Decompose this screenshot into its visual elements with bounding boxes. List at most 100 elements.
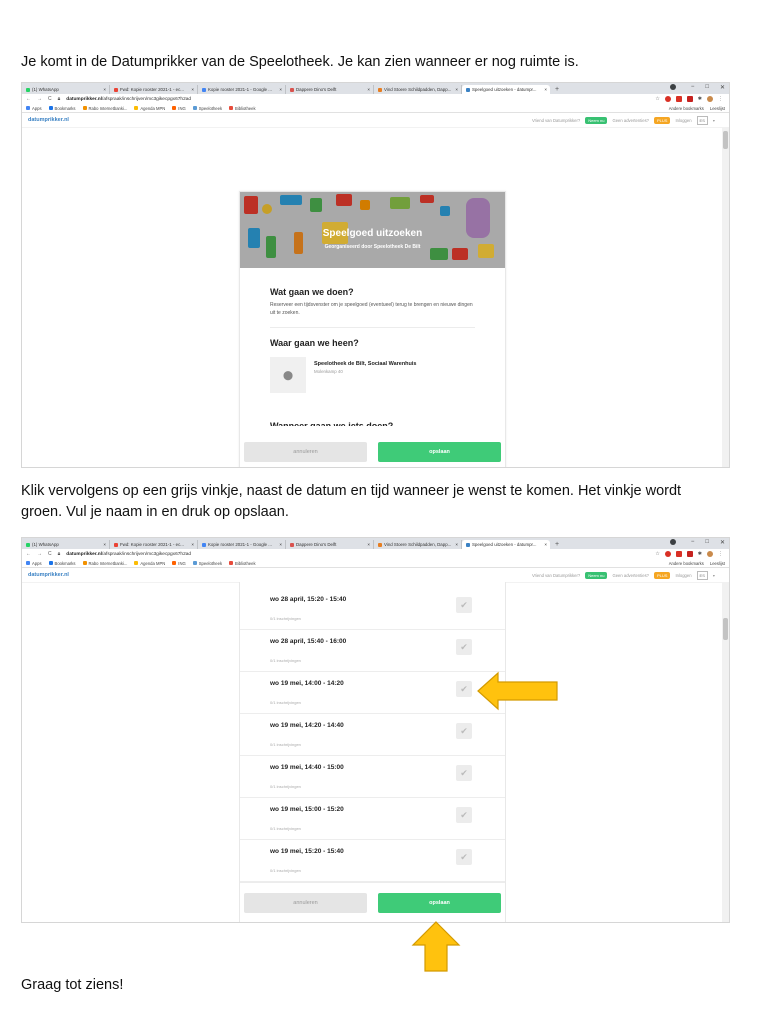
- checkmark-icon[interactable]: ✔: [456, 597, 472, 613]
- window-close-icon[interactable]: ✕: [720, 84, 725, 91]
- chevron-down-icon[interactable]: ▾: [713, 118, 715, 123]
- close-icon[interactable]: ×: [279, 540, 282, 549]
- url-field[interactable]: datumprikker.nl/afspraak/inschrijven/mc3…: [66, 552, 191, 557]
- maximize-icon[interactable]: □: [705, 539, 709, 546]
- save-button[interactable]: opslaan: [378, 892, 501, 913]
- extension-icon[interactable]: [686, 551, 693, 557]
- close-icon[interactable]: ×: [455, 540, 458, 549]
- bookmark-item[interactable]: Bibliotheek: [229, 106, 256, 111]
- close-icon[interactable]: ×: [544, 85, 547, 94]
- bookmark-item[interactable]: Speelotheek: [192, 106, 222, 111]
- friend-button[interactable]: Neem nu: [585, 116, 608, 124]
- browser-tab[interactable]: Fwd: Kopie rooster 2021-1 - ec... ×: [110, 540, 198, 549]
- forward-icon[interactable]: →: [37, 96, 42, 102]
- scroll-thumb[interactable]: [723, 618, 728, 640]
- bookmark-item[interactable]: Agenda MPN: [134, 106, 165, 111]
- site-logo[interactable]: datumprikker.nl: [28, 117, 69, 123]
- window-close-icon[interactable]: ✕: [720, 539, 725, 546]
- cancel-button[interactable]: annuleren: [244, 892, 367, 913]
- bookmark-item[interactable]: Bibliotheek: [229, 561, 256, 566]
- star-icon[interactable]: ☆: [655, 551, 659, 557]
- menu-icon[interactable]: ⋮: [718, 551, 723, 557]
- minimize-icon[interactable]: −: [691, 539, 695, 546]
- cancel-button[interactable]: annuleren: [244, 442, 367, 462]
- bookmark-item[interactable]: Rabo Internetbanki...: [82, 561, 127, 566]
- reading-list[interactable]: Leeslijst: [710, 106, 725, 111]
- browser-tab[interactable]: Fwd: Kopie rooster 2021-1 - ec... ×: [110, 85, 198, 94]
- back-icon[interactable]: ←: [26, 551, 31, 557]
- bookmark-item[interactable]: Apps: [26, 106, 42, 111]
- chevron-down-icon[interactable]: ▾: [713, 573, 715, 578]
- avatar[interactable]: [707, 96, 713, 102]
- bookmark-item[interactable]: ING: [172, 106, 186, 111]
- browser-tab[interactable]: (1) WhatsApp ×: [22, 85, 110, 94]
- login-link[interactable]: Inloggen: [675, 118, 691, 123]
- back-icon[interactable]: ←: [26, 96, 31, 102]
- browser-tab[interactable]: (1) WhatsApp ×: [22, 540, 110, 549]
- close-icon[interactable]: ×: [455, 85, 458, 94]
- login-link[interactable]: Inloggen: [675, 573, 691, 578]
- other-bookmarks[interactable]: Andere bookmarks: [669, 561, 704, 566]
- checkmark-icon[interactable]: ✔: [456, 807, 472, 823]
- language-selector[interactable]: ES: [696, 570, 708, 580]
- avatar[interactable]: [707, 551, 713, 557]
- browser-tab[interactable]: Dappere Dino's Delft ×: [286, 540, 374, 549]
- extension-icon[interactable]: [675, 551, 682, 557]
- minimize-icon[interactable]: −: [691, 84, 695, 91]
- other-bookmarks[interactable]: Andere bookmarks: [669, 106, 704, 111]
- save-button[interactable]: opslaan: [378, 442, 501, 462]
- close-icon[interactable]: ×: [367, 540, 370, 549]
- close-icon[interactable]: ×: [103, 85, 106, 94]
- scroll-thumb[interactable]: [723, 131, 728, 149]
- friend-button[interactable]: Neem nu: [585, 571, 608, 579]
- bookmark-item[interactable]: Agenda MPN: [134, 561, 165, 566]
- reload-icon[interactable]: C: [48, 551, 52, 557]
- menu-icon[interactable]: ⋮: [718, 96, 723, 102]
- reload-icon[interactable]: C: [48, 96, 52, 102]
- extension-icon[interactable]: [686, 96, 693, 102]
- browser-tab-active[interactable]: Speelgoed uitzoeken - datumpr... ×: [462, 85, 550, 94]
- url-field[interactable]: datumprikker.nl/afspraak/inschrijven/mc3…: [66, 97, 191, 102]
- reading-list[interactable]: Leeslijst: [710, 561, 725, 566]
- puzzle-icon[interactable]: ✱: [698, 551, 702, 557]
- bookmark-item[interactable]: Bookmarks: [48, 106, 76, 111]
- language-selector[interactable]: ES: [696, 115, 708, 125]
- new-tab-icon[interactable]: +: [550, 85, 559, 94]
- browser-tab[interactable]: Kopie rooster 2021-1 - Google ... ×: [198, 540, 286, 549]
- maximize-icon[interactable]: □: [705, 84, 709, 91]
- browser-tab[interactable]: Kopie rooster 2021-1 - Google ... ×: [198, 85, 286, 94]
- bookmark-item[interactable]: ING: [172, 561, 186, 566]
- plus-button[interactable]: PLUS: [654, 116, 671, 124]
- site-logo[interactable]: datumprikker.nl: [28, 572, 69, 578]
- checkmark-icon[interactable]: ✔: [456, 639, 472, 655]
- puzzle-icon[interactable]: ✱: [698, 96, 702, 102]
- scrollbar[interactable]: [722, 127, 729, 467]
- profile-icon[interactable]: [669, 539, 676, 545]
- close-icon[interactable]: ×: [544, 540, 547, 549]
- checkmark-icon[interactable]: ✔: [456, 765, 472, 781]
- close-icon[interactable]: ×: [367, 85, 370, 94]
- plus-button[interactable]: PLUS: [654, 571, 671, 579]
- new-tab-icon[interactable]: +: [550, 540, 559, 549]
- checkmark-icon[interactable]: ✔: [456, 723, 472, 739]
- profile-icon[interactable]: [669, 84, 676, 90]
- browser-tab[interactable]: Vind Stoere Schildpadden, Dapp... ×: [374, 85, 462, 94]
- bookmark-item[interactable]: Rabo Internetbanki...: [82, 106, 127, 111]
- extension-icon[interactable]: [675, 96, 682, 102]
- close-icon[interactable]: ×: [191, 85, 194, 94]
- star-icon[interactable]: ☆: [655, 96, 659, 102]
- browser-tab[interactable]: Dappere Dino's Delft ×: [286, 85, 374, 94]
- close-icon[interactable]: ×: [103, 540, 106, 549]
- scrollbar[interactable]: [722, 582, 729, 922]
- close-icon[interactable]: ×: [191, 540, 194, 549]
- close-icon[interactable]: ×: [279, 85, 282, 94]
- forward-icon[interactable]: →: [37, 551, 42, 557]
- extension-icon[interactable]: [664, 551, 671, 557]
- checkmark-icon[interactable]: ✔: [456, 849, 472, 865]
- bookmark-item[interactable]: Bookmarks: [48, 561, 76, 566]
- bookmark-item[interactable]: Apps: [26, 561, 42, 566]
- extension-icon[interactable]: [664, 96, 671, 102]
- checkmark-icon[interactable]: ✔: [456, 681, 472, 697]
- browser-tab[interactable]: Vind Stoere Schildpadden, Dapp... ×: [374, 540, 462, 549]
- bookmark-item[interactable]: Speelotheek: [192, 561, 222, 566]
